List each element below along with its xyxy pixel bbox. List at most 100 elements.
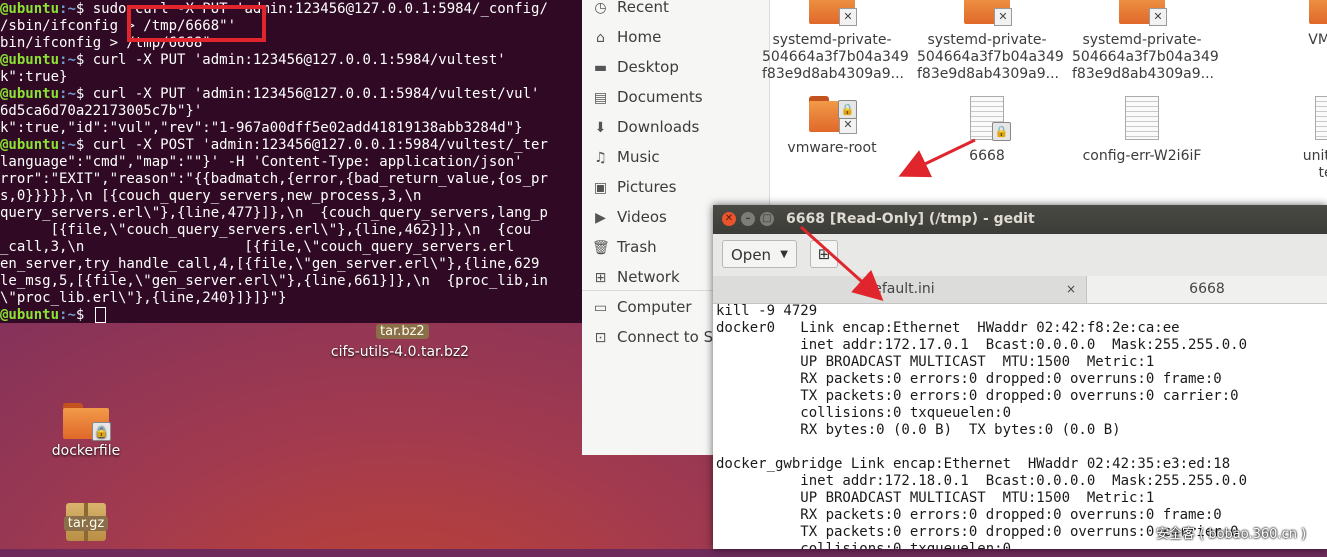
minimize-icon[interactable]: –	[741, 212, 755, 226]
open-button[interactable]: Open ▼	[722, 240, 797, 268]
file-item[interactable]: ✕ 🔒 vmware-root	[762, 96, 902, 157]
terminal-line: 6d5ca6d70a22173005c7b"}'	[0, 103, 202, 120]
sidebar-item-label: Connect to Se	[617, 328, 723, 346]
terminal-prompt-host: @ubuntu	[0, 52, 60, 68]
no-access-icon: ✕	[839, 8, 857, 26]
text-editor-area[interactable]: kill -9 4729 docker0 Link encap:Ethernet …	[713, 303, 1327, 549]
tab-label: 6668	[1189, 281, 1225, 297]
sidebar-item-trash[interactable]: 🗑 Trash	[592, 236, 657, 258]
sidebar-item-label: Documents	[617, 88, 703, 106]
terminal-text: s,0}}}}},\n [{couch_query_servers,new_pr…	[0, 188, 422, 204]
new-document-button[interactable]: ⊞	[810, 240, 838, 268]
terminal-line: query_servers.erl\"},{line,477}]},\n {co…	[0, 205, 548, 222]
sidebar-item-music[interactable]: ♫ Music	[592, 146, 660, 168]
terminal-text: $ curl -X POST 'admin:123456@127.0.0.1:5…	[75, 137, 548, 153]
terminal-line: s,0}}}}},\n [{couch_query_servers,new_pr…	[0, 188, 421, 205]
lock-icon: 🔒	[92, 422, 111, 441]
terminal-line: rror":"EXIT","reason":"{{badmatch,{error…	[0, 171, 548, 188]
sidebar-item-label: Home	[617, 28, 662, 46]
terminal-prompt-path: :~	[59, 86, 76, 102]
file-item[interactable]: VMwar	[1262, 0, 1327, 49]
folder-icon	[1309, 0, 1327, 24]
folder-icon: ✕	[1119, 0, 1167, 26]
desktop-icon-label: dockerfile	[51, 443, 121, 459]
file-name: test	[1318, 165, 1327, 181]
sidebar-item-computer[interactable]: ▭ Computer	[592, 296, 692, 318]
terminal-line: k":true,"id":"vul","rev":"1-967a00dff5e0…	[0, 120, 523, 137]
folder-icon: ✕	[809, 0, 857, 26]
tab-default-ini[interactable]: default.ini ×	[713, 276, 1086, 303]
file-name: VMwar	[1308, 32, 1327, 48]
desktop-folder-icon: ▬	[593, 60, 608, 76]
editor-line: RX packets:0 errors:0 dropped:0 overruns…	[716, 371, 1222, 387]
file-item[interactable]: ✕ systemd-private- 504664a3f7b04a349 f83e9d…	[917, 0, 1064, 83]
sidebar-item-label: Network	[617, 268, 680, 286]
editor-line: inet addr:172.18.0.1 Bcast:0.0.0.0 Mask:…	[716, 473, 1248, 489]
text-file-icon: 🔒	[970, 96, 1011, 141]
text-file-icon	[1125, 96, 1159, 140]
file-item[interactable]: ✕ systemd-private- 504664a3f7b04a349 f83e9d…	[1072, 0, 1219, 83]
window-title: 6668 [Read-Only] (/tmp) - gedit	[786, 211, 1035, 227]
file-name: unity_su	[1302, 148, 1327, 164]
terminal-line: [{file,\"couch_query_servers.erl\"},{lin…	[0, 222, 531, 239]
chevron-down-icon: ▼	[780, 249, 788, 260]
trash-icon: 🗑	[592, 240, 610, 256]
music-icon: ♫	[594, 150, 607, 166]
desktop-icon-cifs-utils[interactable]: cifs-utils-4.0.tar.bz2	[320, 344, 480, 360]
sidebar-item-connect-to-se[interactable]: ⊡ Connect to Se	[592, 326, 723, 348]
lock-icon: 🔒	[838, 100, 857, 119]
editor-line: TX packets:0 errors:0 dropped:0 overruns…	[716, 388, 1239, 404]
terminal-text: le_msg,5,[{file,\"gen_server.erl\"},{lin…	[0, 273, 548, 289]
terminal-prompt-host: @ubuntu	[0, 307, 60, 323]
sidebar-item-recent[interactable]: ◷ Recent	[592, 0, 668, 18]
close-icon[interactable]: ✕	[722, 212, 736, 226]
terminal-window[interactable]: @ubuntu:~$ sudo curl -X PUT 'admin:12345…	[0, 0, 582, 323]
file-name: config-err-W2i6iF	[1082, 148, 1202, 164]
sidebar-item-videos[interactable]: ▶ Videos	[592, 206, 667, 228]
terminal-line: @ubuntu:~$ curl -X PUT 'admin:123456@127…	[0, 86, 539, 103]
sidebar-item-documents[interactable]: ▤ Documents	[592, 86, 703, 108]
sidebar-item-pictures[interactable]: ▣ Pictures	[592, 176, 677, 198]
desktop-icon-label: tar.gz	[63, 516, 109, 531]
file-name: f83e9d8ab4309a9...	[762, 66, 904, 82]
terminal-text: _call,3,\n [{file,\"couch_query_servers.…	[0, 239, 515, 255]
close-tab-icon[interactable]: ×	[1066, 276, 1076, 303]
folder-icon: ✕ 🔒	[809, 96, 857, 134]
terminal-line: @ubuntu:~$	[0, 307, 106, 323]
sidebar-item-desktop[interactable]: ▬ Desktop	[592, 56, 679, 78]
terminal-line: @ubuntu:~$ sudo curl -X PUT 'admin:12345…	[0, 1, 548, 18]
sidebar-item-home[interactable]: ⌂ Home	[592, 26, 661, 48]
tab-6668[interactable]: 6668	[1086, 276, 1327, 303]
file-name: systemd-private-	[1082, 32, 1202, 48]
tab-label: default.ini	[864, 281, 935, 297]
terminal-prompt-path: :~	[59, 137, 76, 153]
sidebar-item-network[interactable]: ⊞ Network	[592, 266, 680, 288]
terminal-text: $	[75, 307, 93, 323]
terminal-text: rror":"EXIT","reason":"{{badmatch,{error…	[0, 171, 548, 187]
terminal-line: le_msg,5,[{file,\"gen_server.erl\"},{lin…	[0, 273, 548, 290]
terminal-prompt-host: @ubuntu	[0, 86, 60, 102]
terminal-text: k":true,"id":"vul","rev":"1-967a00dff5e0…	[0, 120, 523, 136]
sidebar-item-label: Music	[617, 148, 660, 166]
editor-line: collisions:0 txqueuelen:0	[716, 405, 1012, 421]
desktop-icon-dockerfile[interactable]: 🔒 dockerfile	[40, 403, 132, 459]
editor-line: inet addr:172.17.0.1 Bcast:0.0.0.0 Mask:…	[716, 337, 1248, 353]
editor-line: RX bytes:0 (0.0 B) TX bytes:0 (0.0 B)	[716, 422, 1121, 438]
folder-icon: ✕	[964, 0, 1012, 26]
file-item[interactable]: unity_sutest	[1262, 96, 1327, 182]
terminal-line: _call,3,\n [{file,\"couch_query_servers.…	[0, 239, 514, 256]
title-bar[interactable]: ✕ – □ 6668 [Read-Only] (/tmp) - gedit	[713, 205, 1327, 234]
file-item[interactable]: config-err-W2i6iF	[1072, 96, 1212, 165]
editor-line: kill -9 4729	[716, 303, 818, 319]
desktop-icon-label: cifs-utils-4.0.tar.bz2	[330, 344, 470, 360]
maximize-icon[interactable]: □	[760, 212, 774, 226]
sidebar-item-downloads[interactable]: ⬇ Downloads	[592, 116, 700, 138]
file-item[interactable]: 🔒 6668	[917, 96, 1057, 165]
computer-icon: ▭	[593, 300, 608, 316]
folder-icon: 🔒	[63, 403, 111, 441]
file-item[interactable]: ✕ systemd-private- 504664a3f7b04a349 f83e9d…	[762, 0, 909, 83]
terminal-text: language":"cmd","map":""}' -H 'Content-T…	[0, 154, 523, 170]
no-access-icon: ✕	[994, 8, 1012, 26]
desktop-icon-tar-bz2[interactable]: tar.bz2	[376, 323, 429, 339]
terminal-prompt-path: :~	[59, 1, 76, 17]
